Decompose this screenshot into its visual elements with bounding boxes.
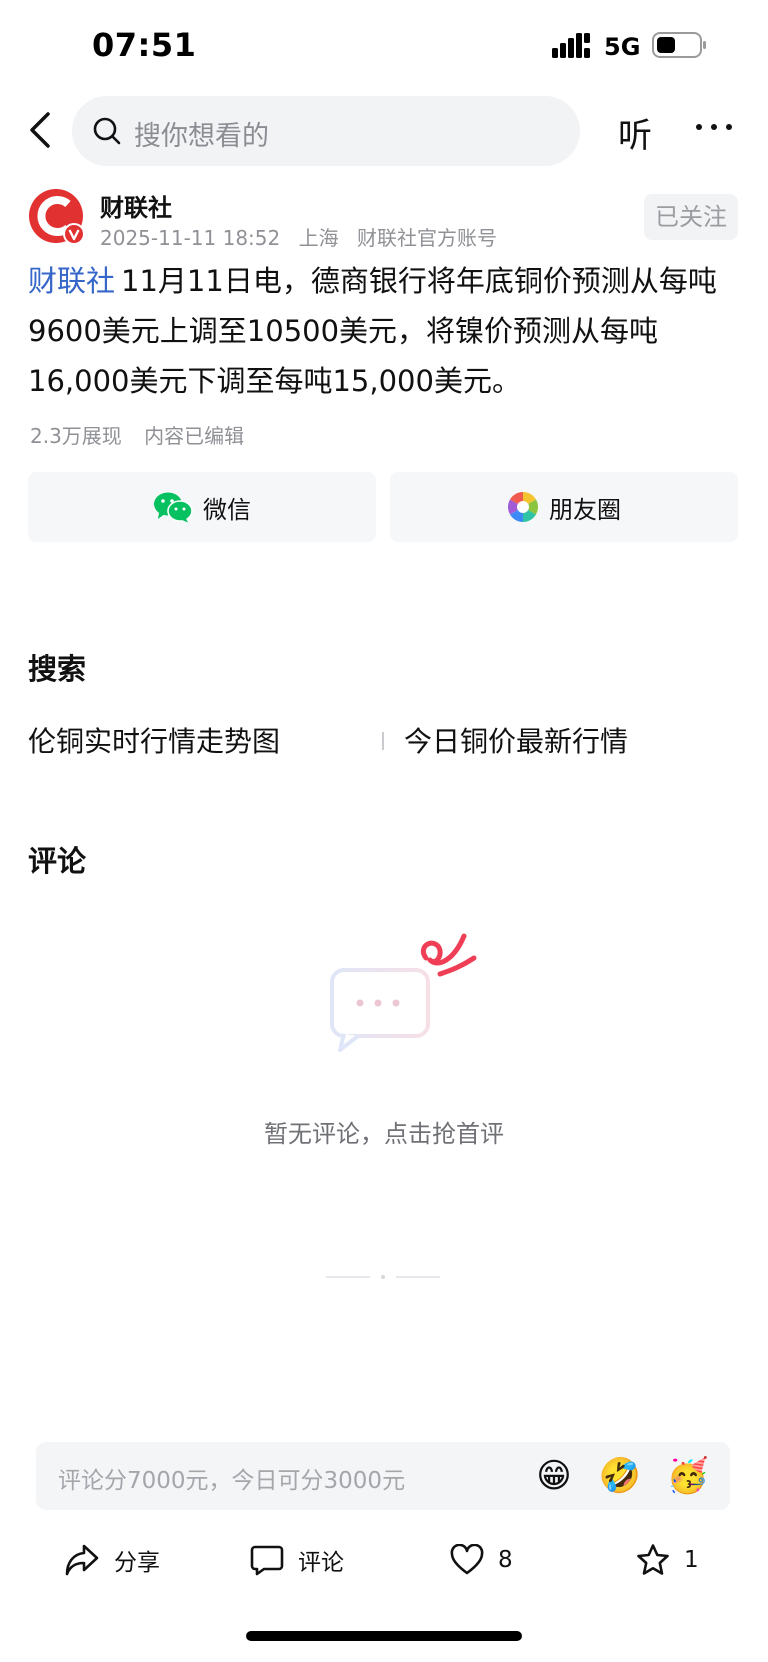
- emoji-party-button[interactable]: 🥳: [666, 1454, 710, 1498]
- search-section-title: 搜索: [28, 652, 87, 686]
- search-input[interactable]: 搜你想看的: [72, 96, 580, 166]
- share-wechat-button[interactable]: 微信: [28, 472, 376, 542]
- status-time: 07:51: [92, 26, 197, 64]
- query-divider: [382, 732, 384, 750]
- share-moments-button[interactable]: 朋友圈: [390, 472, 738, 542]
- related-search-query[interactable]: 伦铜实时行情走势图: [28, 720, 280, 760]
- empty-comments-illustration: [330, 933, 477, 1052]
- share-action-label: 分享: [114, 1550, 160, 1576]
- network-type: 5G: [604, 33, 641, 61]
- edited-note: 内容已编辑: [144, 424, 245, 448]
- account-type: 财联社官方账号: [356, 226, 497, 250]
- author-row: 财联社 2025-11-11 18:52 上海 财联社官方账号 已关注: [0, 186, 768, 250]
- end-of-content-divider: [326, 1275, 440, 1279]
- post-meta: 2025-11-11 18:52 上海 财联社官方账号: [100, 222, 509, 251]
- comment-placeholder: 评论分7000元，今日可分3000元: [58, 1468, 406, 1494]
- moments-icon: [508, 492, 538, 522]
- article-body: 财联社 11月11日电，德商银行将年底铜价预测从每吨9600美元上调至10500美…: [28, 256, 740, 406]
- share-action-button[interactable]: 分享: [64, 1530, 160, 1590]
- more-options-icon[interactable]: [694, 112, 734, 142]
- status-bar: 07:51 5G: [0, 0, 768, 90]
- home-indicator[interactable]: [246, 1631, 522, 1641]
- view-count: 2.3万展现: [30, 424, 122, 448]
- comment-input-bar[interactable]: 评论分7000元，今日可分3000元 😁 🤣 🥳: [36, 1442, 730, 1510]
- heart-icon: [450, 1544, 484, 1575]
- article-stats: 2.3万展现 内容已编辑: [30, 420, 260, 449]
- comments-section-title: 评论: [28, 844, 87, 878]
- post-location: 上海: [298, 226, 339, 250]
- search-icon: [93, 117, 121, 145]
- author-avatar[interactable]: [28, 188, 86, 246]
- share-icon: [65, 1544, 99, 1576]
- empty-comments-text[interactable]: 暂无评论，点击抢首评: [0, 1114, 768, 1149]
- search-placeholder: 搜你想看的: [134, 121, 269, 152]
- related-search-query[interactable]: 今日铜价最新行情: [404, 720, 628, 760]
- listen-button[interactable]: 听: [618, 108, 652, 157]
- moments-label: 朋友圈: [549, 495, 621, 524]
- article-source-link[interactable]: 财联社: [28, 264, 115, 298]
- like-button[interactable]: 8: [450, 1530, 513, 1590]
- wechat-icon: [154, 492, 193, 523]
- post-date: 2025-11-11 18:52: [100, 226, 281, 250]
- comment-icon: [250, 1545, 284, 1576]
- bottom-action-bar: 分享 评论 8 1: [0, 1530, 768, 1590]
- comment-action-button[interactable]: 评论: [250, 1530, 344, 1590]
- article-text: 11月11日电，德商银行将年底铜价预测从每吨9600美元上调至10500美元，将…: [28, 264, 717, 398]
- follow-button[interactable]: 已关注: [644, 194, 738, 240]
- favorite-button[interactable]: 1: [636, 1530, 699, 1590]
- author-name[interactable]: 财联社: [100, 188, 172, 223]
- wechat-label: 微信: [203, 495, 251, 524]
- top-nav: 搜你想看的 听: [0, 94, 768, 168]
- back-arrow-icon[interactable]: [26, 110, 56, 150]
- star-icon: [637, 1544, 669, 1575]
- like-count: 8: [498, 1547, 513, 1573]
- emoji-laugh-cry-button[interactable]: 🤣: [598, 1454, 642, 1498]
- favorite-count: 1: [684, 1547, 699, 1573]
- cellular-signal-icon: [552, 33, 590, 58]
- comment-action-label: 评论: [298, 1550, 344, 1576]
- battery-icon: [652, 32, 706, 58]
- emoji-grin-button[interactable]: 😁: [532, 1454, 576, 1498]
- related-search-row: 伦铜实时行情走势图 今日铜价最新行情: [28, 720, 740, 760]
